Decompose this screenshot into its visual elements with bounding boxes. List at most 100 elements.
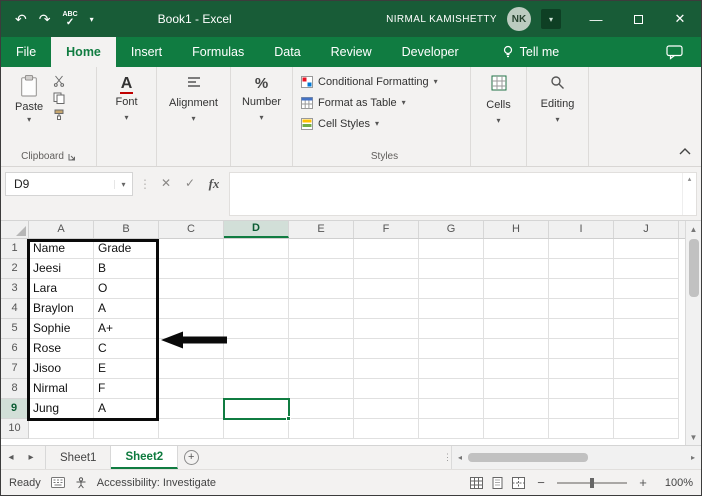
vertical-scrollbar[interactable]: ▲ ▼: [685, 221, 701, 445]
cell-E10[interactable]: [289, 419, 354, 439]
tab-data[interactable]: Data: [259, 37, 315, 67]
horizontal-scrollbar[interactable]: ◂ ▸: [451, 446, 701, 469]
page-layout-view-button[interactable]: [491, 476, 504, 489]
scroll-down-icon[interactable]: ▼: [686, 429, 701, 445]
cell-H6[interactable]: [484, 339, 549, 359]
cell-F4[interactable]: [354, 299, 419, 319]
column-header-H[interactable]: H: [484, 221, 549, 238]
cell-B6[interactable]: C: [94, 339, 159, 359]
cell-G6[interactable]: [419, 339, 484, 359]
enter-icon[interactable]: ✓: [181, 172, 199, 190]
close-button[interactable]: ✕: [659, 1, 701, 37]
cell-F7[interactable]: [354, 359, 419, 379]
font-group-button[interactable]: A Font ▾: [97, 67, 157, 166]
editing-group-button[interactable]: Editing ▾: [527, 67, 589, 166]
cell-B1[interactable]: Grade: [94, 239, 159, 259]
cell-A2[interactable]: Jeesi: [29, 259, 94, 279]
cell-J10[interactable]: [614, 419, 679, 439]
cell-G3[interactable]: [419, 279, 484, 299]
cell-E1[interactable]: [289, 239, 354, 259]
normal-view-button[interactable]: [470, 476, 483, 489]
cell-D4[interactable]: [224, 299, 289, 319]
cell-D5[interactable]: [224, 319, 289, 339]
cell-E6[interactable]: [289, 339, 354, 359]
column-header-G[interactable]: G: [419, 221, 484, 238]
comments-button[interactable]: [648, 37, 701, 67]
cell-G4[interactable]: [419, 299, 484, 319]
tab-formulas[interactable]: Formulas: [177, 37, 259, 67]
sheet-tab-sheet2[interactable]: Sheet2: [111, 446, 179, 469]
cell-G7[interactable]: [419, 359, 484, 379]
cell-A3[interactable]: Lara: [29, 279, 94, 299]
cell-G5[interactable]: [419, 319, 484, 339]
zoom-slider-thumb[interactable]: [590, 477, 594, 488]
column-header-E[interactable]: E: [289, 221, 354, 238]
cell-I9[interactable]: [549, 399, 614, 419]
fill-handle[interactable]: [286, 416, 291, 421]
cells-group-button[interactable]: Cells ▾: [471, 67, 527, 166]
cell-C10[interactable]: [159, 419, 224, 439]
page-break-view-button[interactable]: [512, 476, 525, 489]
formula-input[interactable]: ▴: [229, 172, 697, 216]
cell-D3[interactable]: [224, 279, 289, 299]
redo-icon[interactable]: ↷: [39, 12, 51, 26]
column-header-J[interactable]: J: [614, 221, 679, 238]
cell-C3[interactable]: [159, 279, 224, 299]
cell-D6[interactable]: [224, 339, 289, 359]
select-all-corner[interactable]: [1, 221, 29, 238]
cell-H9[interactable]: [484, 399, 549, 419]
cell-F6[interactable]: [354, 339, 419, 359]
cell-G10[interactable]: [419, 419, 484, 439]
cell-B7[interactable]: E: [94, 359, 159, 379]
format-painter-button[interactable]: [53, 109, 65, 121]
cell-B9[interactable]: A: [94, 399, 159, 419]
cell-A5[interactable]: Sophie: [29, 319, 94, 339]
cell-H2[interactable]: [484, 259, 549, 279]
cell-J4[interactable]: [614, 299, 679, 319]
cell-C1[interactable]: [159, 239, 224, 259]
cell-F9[interactable]: [354, 399, 419, 419]
vertical-scroll-thumb[interactable]: [688, 239, 699, 297]
cell-B8[interactable]: F: [94, 379, 159, 399]
cell-J6[interactable]: [614, 339, 679, 359]
cell-A10[interactable]: [29, 419, 94, 439]
row-header-1[interactable]: 1: [1, 239, 29, 259]
alignment-group-button[interactable]: Alignment ▾: [157, 67, 231, 166]
cell-J5[interactable]: [614, 319, 679, 339]
cell-I10[interactable]: [549, 419, 614, 439]
number-group-button[interactable]: % Number ▾: [231, 67, 293, 166]
cell-F8[interactable]: [354, 379, 419, 399]
zoom-level-label[interactable]: 100%: [659, 477, 693, 489]
macro-record-icon[interactable]: [50, 477, 65, 488]
cell-B3[interactable]: O: [94, 279, 159, 299]
cut-button[interactable]: [53, 75, 65, 87]
cell-E7[interactable]: [289, 359, 354, 379]
cell-styles-button[interactable]: Cell Styles ▾: [301, 113, 468, 134]
row-header-2[interactable]: 2: [1, 259, 29, 279]
add-sheet-button[interactable]: +: [178, 446, 204, 469]
cell-F5[interactable]: [354, 319, 419, 339]
cell-J8[interactable]: [614, 379, 679, 399]
paste-dropdown-icon[interactable]: ▾: [27, 115, 31, 124]
name-box[interactable]: D9 ▾: [5, 172, 133, 196]
cell-J9[interactable]: [614, 399, 679, 419]
cell-C9[interactable]: [159, 399, 224, 419]
sheet-nav-right-icon[interactable]: ▸: [21, 446, 41, 469]
cell-A4[interactable]: Braylon: [29, 299, 94, 319]
cell-C8[interactable]: [159, 379, 224, 399]
cell-I5[interactable]: [549, 319, 614, 339]
cell-A9[interactable]: Jung: [29, 399, 94, 419]
cell-A6[interactable]: Rose: [29, 339, 94, 359]
scroll-left-icon[interactable]: ◂: [452, 453, 468, 462]
dialog-launcher-icon[interactable]: [68, 153, 76, 161]
cell-F10[interactable]: [354, 419, 419, 439]
zoom-out-button[interactable]: −: [533, 475, 549, 490]
accessibility-button[interactable]: [75, 476, 87, 489]
row-header-7[interactable]: 7: [1, 359, 29, 379]
cell-G1[interactable]: [419, 239, 484, 259]
qat-menu-icon[interactable]: ▾: [90, 15, 94, 24]
cell-F3[interactable]: [354, 279, 419, 299]
tab-insert[interactable]: Insert: [116, 37, 177, 67]
cell-D10[interactable]: [224, 419, 289, 439]
tell-me-button[interactable]: Tell me: [488, 37, 574, 67]
